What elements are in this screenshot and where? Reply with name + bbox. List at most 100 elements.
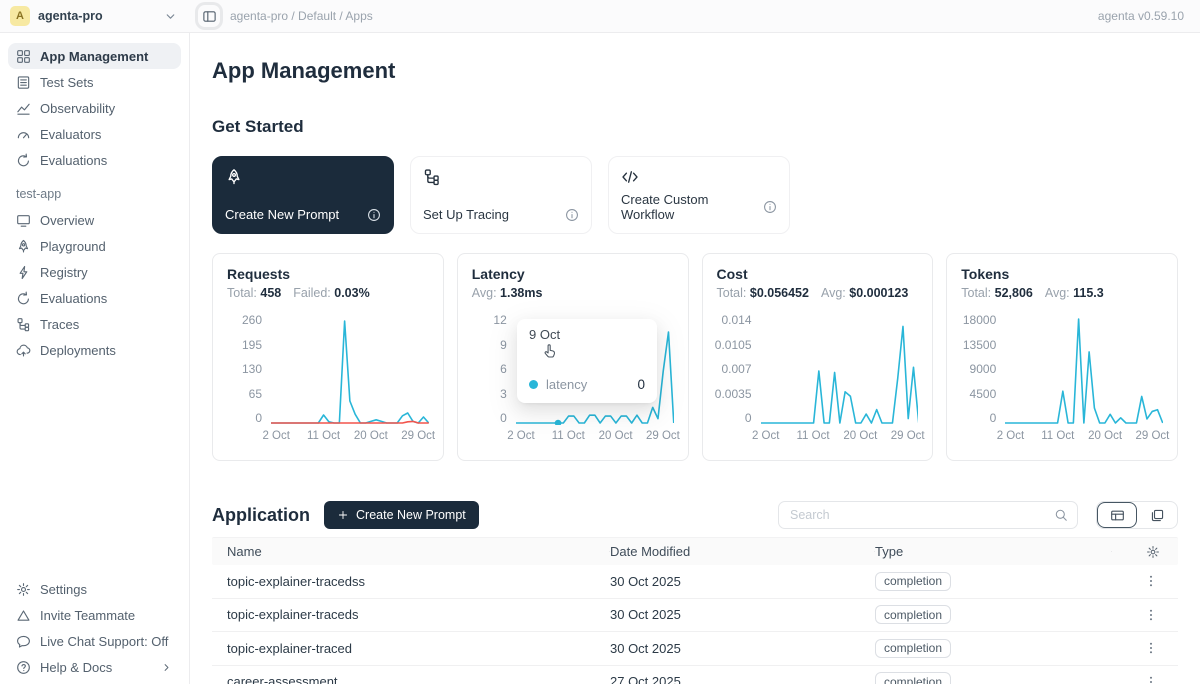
cell-type: completion (875, 639, 1112, 658)
rocket-icon (16, 239, 31, 254)
tooltip-series-row: latency 0 (529, 377, 645, 392)
table-row-topic-explainer-tracedss[interactable]: topic-explainer-tracedss30 Oct 2025compl… (212, 565, 1178, 599)
search-input[interactable] (788, 507, 1054, 523)
sidebar-item-evaluations[interactable]: Evaluations (8, 147, 181, 173)
table-header: Name Date Modified Type (212, 537, 1178, 565)
x-tick-label: 11 Oct (552, 430, 585, 442)
applications-table: Name Date Modified Type topic-explainer-… (212, 537, 1178, 684)
chart-stat: Total: $0.056452 (717, 286, 809, 300)
row-actions-button[interactable] (1142, 572, 1160, 590)
get-started-card-create-custom-workflow[interactable]: Create Custom Workflow (608, 156, 790, 234)
sidebar-app-item-overview[interactable]: Overview (8, 207, 181, 233)
search-icon (1054, 508, 1068, 522)
get-started-card-label: Create Custom Workflow (621, 192, 763, 222)
series-cost (761, 326, 919, 423)
chart-title: Requests (227, 266, 429, 282)
tooltip-series-dot (529, 380, 538, 389)
column-header-date-modified: Date Modified (610, 544, 875, 559)
view-toggle (1096, 501, 1178, 529)
x-tick-label: 29 Oct (1135, 430, 1169, 442)
sidebar-footer-item-invite-teammate[interactable]: Invite Teammate (8, 602, 181, 628)
kebab-icon (1144, 675, 1158, 684)
info-icon (565, 208, 579, 222)
sidebar-app-item-traces[interactable]: Traces (8, 311, 181, 337)
sidebar-item-label: Evaluations (40, 153, 107, 168)
cursor-hand-icon (541, 343, 645, 365)
top-bar: A agenta-pro agenta-pro / Default / Apps… (0, 0, 1200, 33)
x-tick-label: 11 Oct (307, 430, 340, 442)
chevron-down-icon[interactable] (163, 9, 178, 24)
triangle-icon (16, 608, 31, 623)
get-started-card-create-new-prompt[interactable]: Create New Prompt (212, 156, 394, 234)
cell-name: topic-explainer-traceds (212, 607, 610, 622)
monitor-icon (16, 213, 31, 228)
y-tick-label: 9000 (970, 362, 997, 376)
row-actions-button[interactable] (1142, 639, 1160, 657)
x-tick-label: 20 Oct (1088, 430, 1122, 442)
x-tick-label: 11 Oct (797, 430, 830, 442)
search-icon[interactable] (1054, 508, 1068, 522)
sidebar-item-evaluators[interactable]: Evaluators (8, 121, 181, 147)
chart-title: Latency (472, 266, 674, 282)
y-tick-label: 0 (990, 411, 997, 425)
row-actions-button[interactable] (1142, 673, 1160, 684)
sidebar-item-observability[interactable]: Observability (8, 95, 181, 121)
workspace-selector[interactable]: A agenta-pro (0, 6, 190, 26)
table-row-topic-explainer-traced[interactable]: topic-explainer-traced30 Oct 2025complet… (212, 632, 1178, 666)
x-tick-label: 2 Oct (997, 430, 1024, 442)
sidebar-app-item-registry[interactable]: Registry (8, 259, 181, 285)
refresh-icon (16, 153, 31, 168)
y-tick-label: 12 (493, 313, 506, 327)
search-box (778, 501, 1078, 529)
y-tick-label: 0 (500, 411, 507, 425)
table-row-topic-explainer-traceds[interactable]: topic-explainer-traceds30 Oct 2025comple… (212, 599, 1178, 633)
series-failed (271, 421, 429, 423)
create-new-prompt-label: Create New Prompt (356, 508, 466, 522)
sidebar-footer-item-settings[interactable]: Settings (8, 576, 181, 602)
sidebar-app-item-playground[interactable]: Playground (8, 233, 181, 259)
sidebar-toggle-button[interactable] (198, 5, 220, 27)
column-header-actions (1112, 545, 1178, 559)
info-icon-wrap[interactable] (367, 208, 381, 222)
card-view-button[interactable] (1137, 502, 1177, 528)
sidebar-footer-nav: Settings Invite TeammateLive Chat Support… (8, 576, 181, 680)
info-icon-wrap[interactable] (763, 200, 777, 214)
sidebar-footer-item-live-chat-support-off[interactable]: Live Chat Support: Off (8, 628, 181, 654)
sidebar-item-label: Evaluators (40, 127, 101, 142)
sidebar-item-label: Traces (40, 317, 79, 332)
breadcrumb[interactable]: agenta-pro / Default / Apps (230, 9, 373, 23)
sidebar-item-label: Settings (40, 582, 87, 597)
cell-type: completion (875, 572, 1112, 591)
table-view-button[interactable] (1097, 502, 1137, 528)
application-header: Application Create New Prompt (212, 501, 1178, 529)
chart-plot-cost[interactable] (761, 313, 919, 425)
get-started-card-set-up-tracing[interactable]: Set Up Tracing (410, 156, 592, 234)
y-tick-label: 260 (242, 313, 262, 327)
table-row-career-assessment[interactable]: career-assessment27 Oct 2025completion (212, 666, 1178, 684)
sidebar-item-test-sets[interactable]: Test Sets (8, 69, 181, 95)
create-new-prompt-button[interactable]: Create New Prompt (324, 501, 479, 529)
chart-stat: Avg: 115.3 (1045, 286, 1104, 300)
chart-plot-tokens[interactable] (1005, 313, 1163, 425)
chart-title: Cost (717, 266, 919, 282)
plus-icon (337, 509, 349, 521)
row-actions-button[interactable] (1142, 606, 1160, 624)
chart-stat: Failed: 0.03% (293, 286, 369, 300)
sidebar-footer-item-help-docs[interactable]: Help & Docs (8, 654, 181, 680)
type-badge: completion (875, 605, 951, 624)
chart-plot-requests[interactable] (271, 313, 429, 425)
sidebar-app-item-deployments[interactable]: Deployments (8, 337, 181, 363)
y-tick-label: 18000 (963, 313, 996, 327)
tree-icon (423, 168, 441, 186)
type-badge: completion (875, 639, 951, 658)
cell-date-modified: 27 Oct 2025 (610, 674, 875, 684)
cell-type: completion (875, 605, 1112, 624)
y-tick-label: 6 (500, 362, 507, 376)
sidebar-app-item-evaluations[interactable]: Evaluations (8, 285, 181, 311)
chart-stat: Total: 52,806 (961, 286, 1033, 300)
info-icon-wrap[interactable] (565, 208, 579, 222)
chart-card-requests: RequestsTotal: 458Failed: 0.03%260195130… (212, 253, 444, 461)
tooltip-date: 9 Oct (529, 327, 645, 342)
table-settings-icon[interactable] (1146, 545, 1160, 559)
sidebar-item-app-management[interactable]: App Management (8, 43, 181, 69)
